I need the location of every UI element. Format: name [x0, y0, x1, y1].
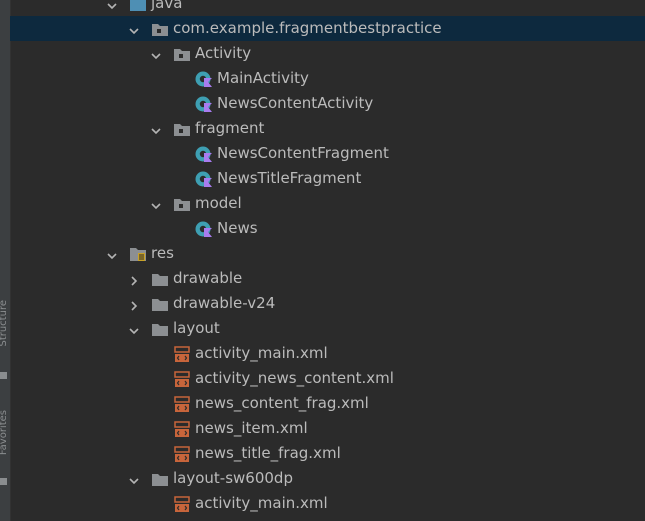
tree-node-label: Activity — [195, 44, 252, 62]
chevron-right-icon[interactable] — [128, 272, 140, 286]
tree-node-label: layout — [173, 319, 220, 337]
kotlin-class-icon — [195, 170, 213, 188]
tree-node-java[interactable]: java — [10, 0, 645, 16]
tree-node-label: fragment — [195, 119, 265, 137]
chevron-down-icon[interactable] — [150, 47, 162, 60]
chevron-down-icon[interactable] — [106, 247, 118, 260]
tree-node-kotlin-class[interactable]: MainActivity — [10, 66, 645, 91]
folder-icon — [151, 270, 169, 288]
java-folder-icon — [129, 0, 147, 13]
tree-node-label: com.example.fragmentbestpractice — [173, 19, 442, 37]
tree-node-kotlin-class[interactable]: NewsTitleFragment — [10, 166, 645, 191]
tree-node-label: drawable-v24 — [173, 294, 276, 312]
folder-icon — [151, 320, 169, 338]
xml-layout-icon — [173, 445, 191, 463]
folder-icon — [151, 470, 169, 488]
tree-node-label: NewsContentFragment — [217, 144, 389, 162]
xml-layout-icon — [173, 420, 191, 438]
tree-node-folder[interactable]: drawable — [10, 266, 645, 291]
tree-node-label: news_content_frag.xml — [195, 394, 369, 412]
tree-node-label: activity_main.xml — [195, 494, 328, 512]
chevron-down-icon[interactable] — [128, 22, 140, 35]
xml-layout-icon — [173, 370, 191, 388]
project-tool-window: Structure Favorites java com.example.fra… — [0, 0, 645, 521]
tree-node-xml-file[interactable]: news_content_frag.xml — [10, 391, 645, 416]
tree-node-xml-file[interactable]: activity_news_content.xml — [10, 366, 645, 391]
chevron-down-icon[interactable] — [106, 0, 118, 10]
tree-node-xml-file[interactable]: activity_main.xml — [10, 341, 645, 366]
package-icon — [173, 45, 191, 63]
tree-node-label: NewsContentActivity — [217, 94, 374, 112]
tree-node-xml-file[interactable]: news_title_frag.xml — [10, 441, 645, 466]
tree-node-package[interactable]: Activity — [10, 41, 645, 66]
tree-node-xml-file[interactable]: activity_main.xml — [10, 491, 645, 516]
tree-node-kotlin-class[interactable]: NewsContentFragment — [10, 141, 645, 166]
tree-node-label: News — [217, 219, 258, 237]
chevron-down-icon[interactable] — [150, 197, 162, 210]
favorites-icon[interactable] — [0, 478, 7, 485]
tree-node-folder[interactable]: drawable-v24 — [10, 291, 645, 316]
kotlin-class-icon — [195, 95, 213, 113]
project-tree[interactable]: java com.example.fragmentbestpractice Ac… — [10, 0, 645, 521]
tree-node-label: java — [151, 0, 183, 12]
tree-node-label: activity_news_content.xml — [195, 369, 394, 387]
structure-icon[interactable] — [0, 372, 7, 379]
tree-node-folder[interactable]: layout-sw600dp — [10, 466, 645, 491]
tree-node-label: news_item.xml — [195, 419, 308, 437]
tree-node-label: model — [195, 194, 242, 212]
kotlin-class-icon — [195, 220, 213, 238]
favorites-tab[interactable]: Favorites — [0, 410, 9, 455]
tree-node-label: news_title_frag.xml — [195, 444, 341, 462]
tree-node-package[interactable]: com.example.fragmentbestpractice — [10, 16, 645, 41]
tree-node-kotlin-class[interactable]: News — [10, 216, 645, 241]
xml-layout-icon — [173, 345, 191, 363]
chevron-right-icon[interactable] — [128, 297, 140, 311]
chevron-down-icon[interactable] — [128, 322, 140, 335]
tree-node-label: res — [151, 244, 174, 262]
chevron-down-icon[interactable] — [128, 472, 140, 485]
xml-layout-icon — [173, 395, 191, 413]
tree-node-folder[interactable]: layout — [10, 316, 645, 341]
chevron-down-icon[interactable] — [150, 122, 162, 135]
tree-node-label: drawable — [173, 269, 243, 287]
tree-node-package[interactable]: fragment — [10, 116, 645, 141]
tree-node-kotlin-class[interactable]: NewsContentActivity — [10, 91, 645, 116]
tree-node-label: activity_main.xml — [195, 344, 328, 362]
kotlin-class-icon — [195, 145, 213, 163]
tree-node-label: MainActivity — [217, 69, 309, 87]
tree-node-label: layout-sw600dp — [173, 469, 293, 487]
structure-tab[interactable]: Structure — [0, 300, 9, 347]
folder-icon — [151, 295, 169, 313]
tree-node-res[interactable]: res — [10, 241, 645, 266]
tree-node-label: NewsTitleFragment — [217, 169, 362, 187]
kotlin-class-icon — [195, 70, 213, 88]
tree-node-package[interactable]: model — [10, 191, 645, 216]
resource-folder-icon — [129, 245, 147, 263]
tree-node-xml-file[interactable]: news_item.xml — [10, 416, 645, 441]
package-icon — [173, 120, 191, 138]
package-icon — [151, 20, 169, 38]
xml-layout-icon — [173, 495, 191, 513]
package-icon — [173, 195, 191, 213]
